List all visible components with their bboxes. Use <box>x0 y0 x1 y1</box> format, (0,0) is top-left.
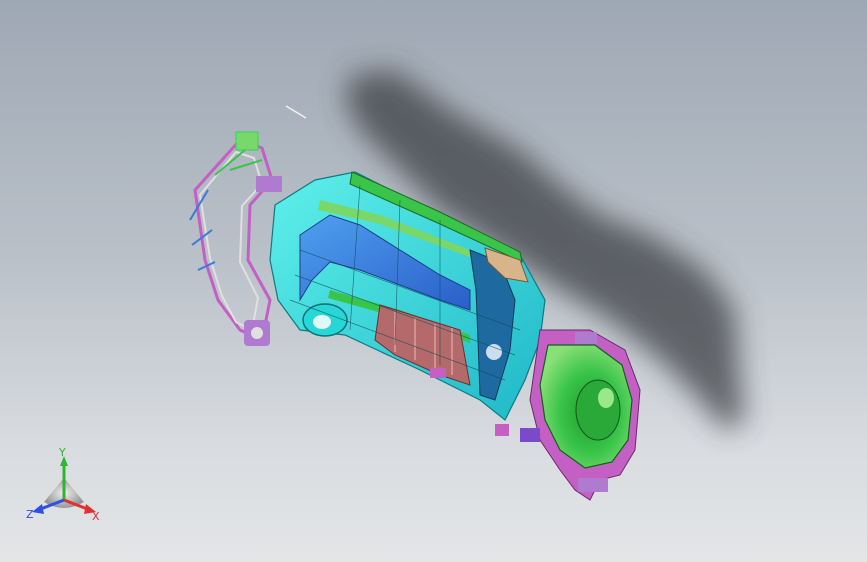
z-axis-label: Z <box>26 508 34 521</box>
pillar-hole <box>486 344 502 360</box>
rear-bracket-top <box>575 332 597 344</box>
z-axis-arrow <box>32 504 44 514</box>
car-body-assembly[interactable] <box>189 131 641 501</box>
upper-bracket <box>235 131 259 151</box>
axis-triad: Y X Z <box>26 448 100 523</box>
x-axis-label: X <box>92 510 100 523</box>
rear-bracket-bottom <box>578 478 608 492</box>
front-wheel-hole <box>313 315 331 329</box>
cad-model-view[interactable] <box>0 0 867 562</box>
front-sill-bracket <box>430 368 446 378</box>
upper-mount <box>256 176 282 192</box>
view-marker <box>285 105 307 119</box>
y-axis-label: Y <box>58 448 66 459</box>
wheelhouse-inner <box>575 379 621 441</box>
graphics-viewport[interactable]: Y X Z <box>0 0 867 562</box>
wheelhouse-cap <box>598 388 614 408</box>
front-frame <box>189 138 274 342</box>
center-bracket <box>495 424 509 436</box>
sill-bracket <box>520 428 540 442</box>
lower-mount-hole <box>251 327 263 339</box>
